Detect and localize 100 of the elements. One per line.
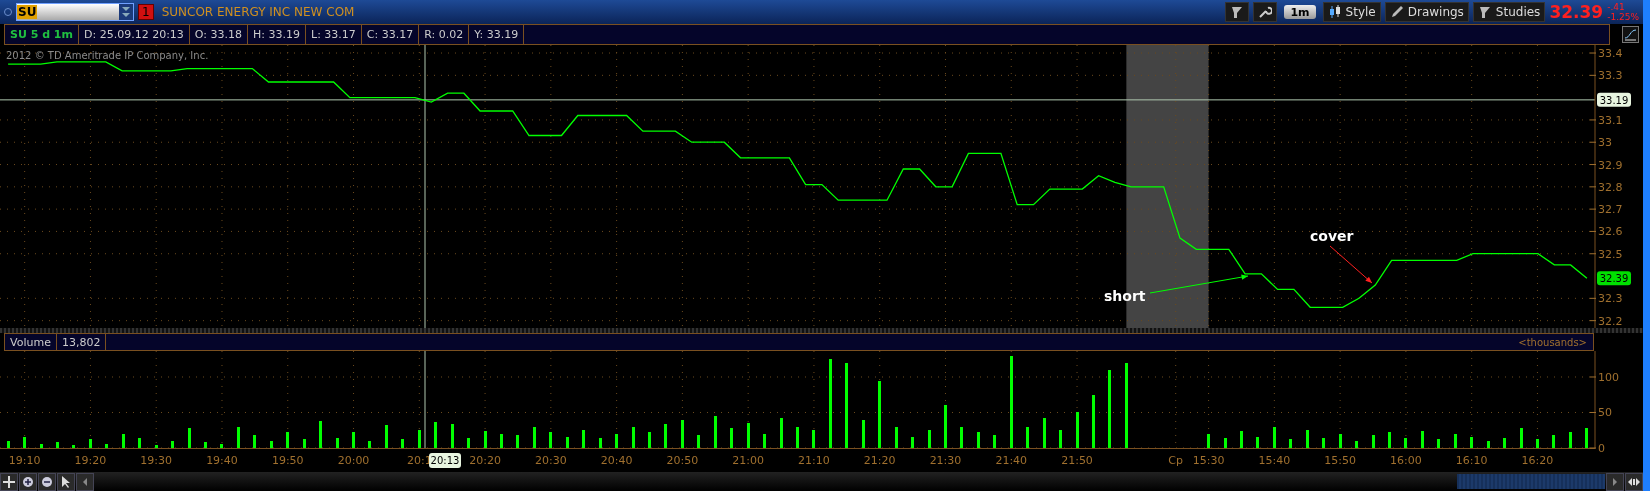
volume-bar (1339, 434, 1342, 448)
bar-value: D: 25.09.12 20:13 (79, 25, 190, 44)
volume-bar (697, 435, 700, 448)
volume-bar (1569, 432, 1572, 448)
symbol-field[interactable]: SU (16, 3, 134, 21)
time-axis-label: 19:50 (271, 454, 304, 467)
pointer-button[interactable] (57, 472, 75, 491)
interval-button[interactable]: 1m (1284, 5, 1316, 19)
time-axis-label: 21:10 (798, 454, 830, 467)
flask-expand-button[interactable] (1225, 2, 1250, 22)
zoom-in-button[interactable] (19, 472, 37, 491)
time-axis-label: 19:20 (74, 454, 107, 467)
resize-handle-icon[interactable] (1625, 472, 1643, 491)
volume-bar (993, 435, 996, 448)
time-axis-label: 19:40 (206, 454, 238, 467)
volume-bar (89, 439, 92, 448)
volume-bar (467, 438, 470, 448)
volume-bar (516, 435, 519, 448)
time-axis-label: 16:00 (1390, 454, 1422, 467)
volume-bar (1289, 439, 1292, 448)
volume-bar (122, 434, 125, 448)
crosshair-button[interactable] (0, 472, 18, 491)
price-axis-label: 32.7 (1598, 203, 1623, 217)
scrollbar-thumb[interactable] (1457, 474, 1605, 489)
time-axis-label: 20:1 (406, 454, 432, 467)
volume-bar (155, 445, 158, 448)
volume-bar (1306, 430, 1309, 448)
dropdown-arrow-icon[interactable] (119, 4, 133, 20)
scroll-left-button[interactable] (76, 472, 94, 491)
toolbar-button[interactable]: Style (1322, 2, 1381, 22)
candlestick-icon (1327, 5, 1342, 19)
time-axis-label: 21:40 (995, 454, 1028, 467)
volume-bar (385, 425, 388, 448)
flask-icon (1230, 5, 1245, 19)
volume-axis-label: 100 (1598, 371, 1619, 384)
toolbar-button[interactable]: Studies (1472, 2, 1546, 22)
bar-value: L: 33.17 (306, 25, 362, 44)
volume-bar (730, 428, 733, 448)
chart-title: SU 5 d 1m (5, 25, 79, 44)
volume-bar (105, 444, 108, 448)
volume-bar (171, 441, 174, 448)
company-name: SUNCOR ENERGY INC NEW COM (161, 5, 355, 19)
volume-bar (1240, 431, 1243, 448)
volume-axis-label: 50 (1598, 406, 1612, 420)
volume-bar (336, 438, 339, 448)
copyright-text: 2012 © TD Ameritrade IP Company, Inc. (6, 50, 209, 61)
price-axis-label: 32.8 (1598, 180, 1623, 194)
zoom-in-icon (22, 475, 34, 488)
time-axis-label: 15:50 (1324, 454, 1356, 467)
volume-bar (615, 434, 618, 448)
volume-bar (1454, 434, 1457, 448)
price-axis-label: 33.3 (1598, 69, 1623, 83)
annotation-text: short (1104, 288, 1146, 304)
time-axis-label: 21:30 (929, 454, 962, 467)
volume-bar (1404, 438, 1407, 448)
volume-bar (681, 420, 684, 448)
bar-value: R: 0.02 (419, 25, 470, 44)
alert-badge[interactable]: 1 (138, 4, 154, 20)
volume-bar (1224, 438, 1227, 448)
units-label: <thousands> (1517, 335, 1588, 350)
volume-bar (1026, 427, 1029, 448)
pointer-icon (60, 475, 72, 488)
volume-bar (1536, 439, 1539, 448)
price-axis-label: 33 (1598, 136, 1612, 150)
volume-bar (1092, 395, 1095, 448)
price-axis-label: 33.4 (1598, 47, 1623, 61)
volume-bar (549, 432, 552, 448)
volume-bar (1503, 438, 1506, 448)
zoom-out-button[interactable] (38, 472, 56, 491)
volume-bar (582, 430, 585, 448)
time-axis-label: 20:00 (337, 454, 370, 467)
volume-bar (862, 420, 865, 448)
volume-bar (286, 432, 289, 448)
bar-value: O: 33.18 (189, 25, 249, 44)
volume-bar (40, 444, 43, 448)
time-axis-label: 20:20 (469, 454, 501, 467)
volume-bar (928, 430, 931, 448)
price-axis-label: 33.1 (1598, 113, 1623, 127)
toolbar-button[interactable]: Drawings (1384, 2, 1469, 22)
volume-bar (204, 442, 207, 448)
volume-bar (977, 432, 980, 448)
volume-total: 13,802 (56, 334, 107, 350)
time-axis-label: 19:30 (140, 454, 173, 467)
volume-bar (911, 437, 914, 448)
bar-value: C: 33.17 (361, 25, 420, 44)
volume-bar (1273, 427, 1276, 448)
scroll-right-button[interactable] (1606, 472, 1624, 491)
right-triangle-icon (1611, 476, 1619, 487)
volume-bar (1207, 434, 1210, 448)
volume-bar (714, 416, 717, 448)
volume-bar (56, 442, 59, 448)
annotation-arrow (1329, 245, 1373, 284)
volume-bar (648, 432, 651, 448)
curve-icon[interactable] (1622, 26, 1639, 43)
time-axis-label: 21:50 (1061, 454, 1093, 467)
volume-bar (1437, 439, 1440, 448)
volume-bar (418, 430, 421, 448)
settings-button[interactable] (1253, 2, 1278, 22)
bar-value: Y: 33.19 (469, 25, 525, 44)
volume-bar (1470, 437, 1473, 448)
